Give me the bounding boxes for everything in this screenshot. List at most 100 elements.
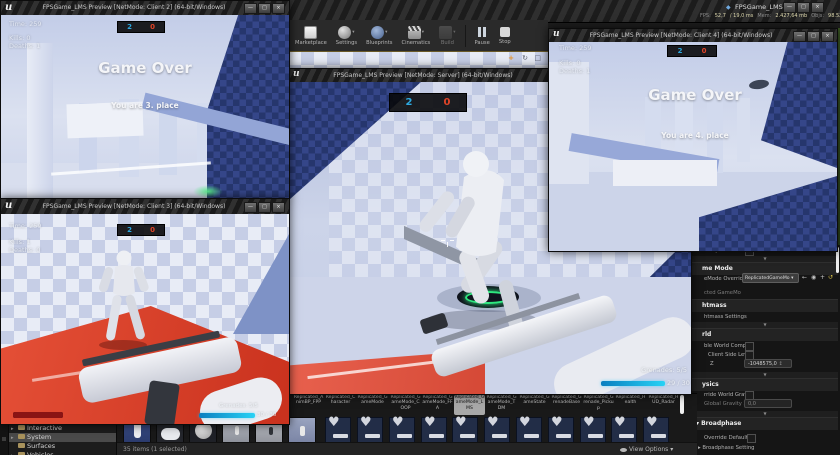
game-viewport-client3[interactable]: Time: 259 Kills: 1 Deaths: 0 2 0 Grenade… xyxy=(1,214,289,424)
enable-world-composition-checkbox[interactable] xyxy=(745,342,754,351)
asset-thumbnail-heart[interactable]: ♥ xyxy=(357,417,383,443)
rotate-tool-icon[interactable]: ↻ xyxy=(522,52,528,65)
enable-world-composition-label: ble World Comp xyxy=(704,343,746,349)
asset-thumbnail-heart[interactable]: ♥ xyxy=(389,417,415,443)
asset-label[interactable]: Replicated_GameState xyxy=(519,395,550,415)
eye-icon xyxy=(620,448,627,452)
maximize-button[interactable]: □ xyxy=(797,2,810,13)
marketplace-button[interactable]: Marketplace xyxy=(295,26,327,46)
asset-thumbnail-heart[interactable]: ♥ xyxy=(611,417,637,443)
asset-thumbnail-heart[interactable]: ♥ xyxy=(580,417,606,443)
score-red: 0 xyxy=(692,46,716,56)
left-edge-strip xyxy=(0,423,8,455)
blueprints-button[interactable]: ▾ Blueprints xyxy=(366,26,392,46)
close-button[interactable]: × xyxy=(272,202,285,213)
ammo-counter: 30 / 30 xyxy=(257,412,276,418)
asset-label[interactable]: Replicated_GameMode_FFA xyxy=(422,395,453,415)
build-button[interactable]: ▾ Build xyxy=(439,26,455,46)
asset-label[interactable]: Replicated_Grenade_Pickup xyxy=(583,395,614,415)
scrollbar-thumb[interactable] xyxy=(2,437,6,441)
lightmass-section-header[interactable]: htmass xyxy=(692,299,838,312)
asset-label[interactable]: Replicated_GameMode_TDM xyxy=(486,395,517,415)
score-red: 0 xyxy=(428,94,466,111)
override-default-broadphase-checkbox[interactable] xyxy=(747,434,756,443)
move-tool-icon[interactable]: + xyxy=(508,52,514,65)
asset-thumbnail-heart[interactable]: ♥ xyxy=(548,417,574,443)
preview-window-client3: u FPSGame_LMS Preview [NetMode: Client 3… xyxy=(0,198,290,425)
frame-time-value: / 19,0 ms xyxy=(730,13,753,19)
grenades-counter: Grenades: 5/5 xyxy=(641,366,687,374)
tree-item-vehicles[interactable]: ▸Vehicles xyxy=(9,451,116,455)
game-viewport-client4[interactable]: Time: 259 Kills: 0 Deaths: 1 2 0 Game Ov… xyxy=(549,42,837,251)
asset-label[interactable]: Replicated_AnimBP_FPP xyxy=(293,395,324,415)
close-button[interactable]: × xyxy=(821,31,834,42)
close-button[interactable]: × xyxy=(811,2,824,13)
view-options-button[interactable]: View Options ▾ xyxy=(620,446,673,453)
asset-label[interactable]: Replicated_HUD_Radar xyxy=(648,395,679,415)
tree-item-interactive[interactable]: ▸Interactive xyxy=(9,424,116,433)
gamemode-override-value: ReplicatedGameMo xyxy=(745,276,790,281)
asset-thumbnail-heart[interactable]: ♥ xyxy=(643,417,669,443)
physics-section-header[interactable]: ysics xyxy=(692,378,838,391)
kill-z-field[interactable]: -1048575,0 ↕ xyxy=(744,359,792,368)
asset-label[interactable]: Replicated_Character xyxy=(325,395,356,415)
view-options-label: View Options xyxy=(629,446,668,453)
minimize-button[interactable]: — xyxy=(244,202,257,213)
asset-thumbnail-heart[interactable]: ♥ xyxy=(484,417,510,443)
game-over-text: Game Over xyxy=(57,59,233,77)
ammo-bar xyxy=(601,381,665,386)
tree-item-system[interactable]: ▸System xyxy=(9,433,116,442)
score-blue: 2 xyxy=(118,22,141,32)
world-settings-panel: compute Visibili ▼ me Mode eMode Overrid… xyxy=(690,245,840,455)
performance-stats: FPS: 52,7 / 19,0 ms Mem: 2.427,64 mb Obj… xyxy=(700,13,840,19)
maximize-button[interactable]: □ xyxy=(258,202,271,213)
pillar xyxy=(549,62,589,184)
build-label: Build xyxy=(441,40,454,46)
score-red: 0 xyxy=(141,225,164,235)
window-title-bar[interactable]: u FPSGame_LMS Preview [NetMode: Client 4… xyxy=(549,29,837,43)
add-icon[interactable]: + xyxy=(820,274,825,282)
asset-thumbnail-heart[interactable]: ♥ xyxy=(452,417,478,443)
maximize-button[interactable]: □ xyxy=(807,31,820,42)
maximize-button[interactable]: □ xyxy=(258,3,271,14)
game-viewport-client2[interactable]: Time: 259 Kills: 0 Deaths: 1 2 0 Game Ov… xyxy=(1,15,289,199)
window-title-bar[interactable]: u FPSGame_LMS Preview [NetMode: Client 2… xyxy=(1,1,289,16)
score-red: 0 xyxy=(141,22,164,32)
stop-icon xyxy=(500,27,510,37)
asset-thumbnail[interactable] xyxy=(288,417,316,443)
pillar xyxy=(737,98,750,162)
cinematics-button[interactable]: ▾ Cinematics xyxy=(401,26,430,46)
hud-deaths: Deaths: 1 xyxy=(559,67,590,75)
settings-button[interactable]: ▾ Settings xyxy=(336,26,357,46)
stop-button[interactable]: Stop xyxy=(499,26,511,45)
unreal-logo-icon: u xyxy=(5,200,12,211)
window-title-bar[interactable]: u FPSGame_LMS Preview [NetMode: Client 3… xyxy=(1,199,289,215)
screen: ◆ FPSGame_LMS — □ × FPS: 52,7 / 19,0 ms … xyxy=(0,0,840,455)
mem-value: 2.427,64 mb xyxy=(775,13,807,19)
wall-ramp xyxy=(761,42,837,168)
minimize-button[interactable]: — xyxy=(244,3,257,14)
asset-label[interactable]: Replicated_GameMode xyxy=(357,395,388,415)
asset-label-selected[interactable]: Replicated_GameMode_LMS xyxy=(454,395,485,415)
gamemode-override-dropdown[interactable]: ReplicatedGameMo ▾ xyxy=(742,273,799,283)
tree-item-surfaces[interactable]: Surfaces xyxy=(9,442,116,451)
asset-label[interactable]: Replicated_GameMode_COOP xyxy=(390,395,421,415)
use-selected-icon[interactable]: ← xyxy=(802,274,807,282)
asset-thumbnail-heart[interactable]: ♥ xyxy=(421,417,447,443)
asset-label[interactable]: Replicated_GrenadeBase xyxy=(551,395,582,415)
content-browser-scrollbar[interactable] xyxy=(680,395,684,414)
close-button[interactable]: × xyxy=(272,3,285,14)
broadphase-settings-row[interactable]: ▸ Broadphase Setting xyxy=(698,445,755,451)
scale-tool-icon[interactable]: □ xyxy=(534,52,541,65)
world-section-header[interactable]: rld xyxy=(692,328,838,341)
broadphase-section-header[interactable]: ▾ Broadphase xyxy=(692,417,838,430)
minimize-button[interactable]: — xyxy=(793,31,806,42)
reset-icon[interactable]: ↺ xyxy=(828,274,833,282)
asset-thumbnail-heart[interactable]: ♥ xyxy=(516,417,542,443)
asset-label[interactable]: Replicated_Health xyxy=(615,395,646,415)
asset-thumbnail-heart[interactable]: ♥ xyxy=(325,417,351,443)
gamemode-override-label: eMode Overrid xyxy=(704,276,743,282)
browse-to-asset-icon[interactable]: ◉ xyxy=(811,274,816,282)
minimize-button[interactable]: — xyxy=(783,2,796,13)
pause-button[interactable]: Pause xyxy=(475,26,490,46)
